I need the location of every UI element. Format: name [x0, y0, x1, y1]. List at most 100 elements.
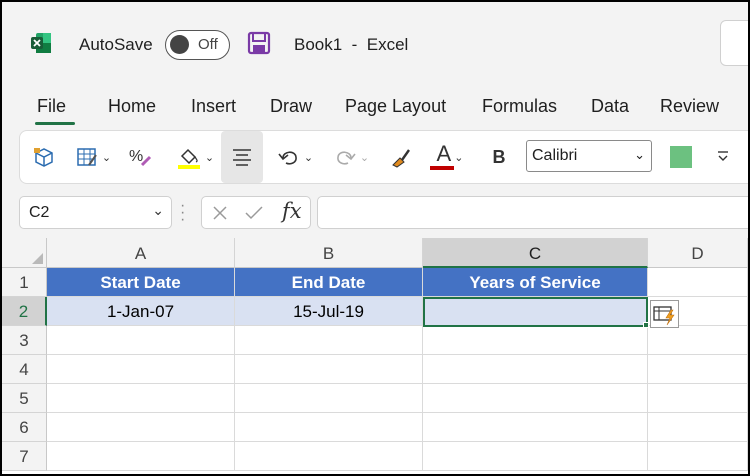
fill-handle[interactable]: [643, 322, 649, 328]
cell-c5[interactable]: [423, 384, 648, 413]
cell-c7[interactable]: [423, 442, 648, 471]
row-header-2[interactable]: 2: [2, 297, 47, 326]
font-color-letter: A: [436, 141, 452, 166]
quick-analysis-button[interactable]: [650, 300, 679, 328]
insert-function-icon[interactable]: fx: [282, 199, 302, 223]
cell-d5[interactable]: [648, 384, 748, 413]
cell-b4[interactable]: [235, 355, 423, 384]
font-color-button[interactable]: A ⌄: [426, 131, 474, 183]
svg-text:%: %: [129, 148, 143, 165]
cell-b3[interactable]: [235, 326, 423, 355]
cell-b5[interactable]: [235, 384, 423, 413]
formula-bar: C2 ⌄ · · · fx: [2, 190, 748, 236]
cell-a1[interactable]: Start Date: [47, 268, 235, 297]
fill-color-button[interactable]: ⌄: [170, 131, 220, 183]
chevron-down-icon: ⌄: [204, 151, 215, 164]
drag-handle-icon[interactable]: · · ·: [180, 198, 185, 228]
cell-d6[interactable]: [648, 413, 748, 442]
row-header-5[interactable]: 5: [2, 384, 47, 413]
cell-d7[interactable]: [648, 442, 748, 471]
cancel-icon[interactable]: [212, 205, 228, 221]
undo-icon: [278, 151, 297, 165]
row-header-7[interactable]: 7: [2, 442, 47, 471]
autosave-toggle[interactable]: Off: [165, 30, 230, 60]
select-all-button[interactable]: [2, 238, 47, 268]
tab-file[interactable]: File: [37, 96, 66, 117]
formula-buttons: fx: [201, 196, 311, 229]
enter-check-icon[interactable]: [244, 205, 264, 221]
chevron-down-icon: ⌄: [359, 151, 370, 164]
lightning-table-icon: [653, 306, 675, 326]
tab-data[interactable]: Data: [591, 96, 629, 117]
excel-logo-icon: [31, 33, 51, 53]
tab-review[interactable]: Review: [660, 96, 719, 117]
title-bar: AutoSave Off Book1 - Excel: [2, 2, 748, 84]
row-header-3[interactable]: 3: [2, 326, 47, 355]
column-header-b[interactable]: B: [235, 238, 423, 268]
cell-a4[interactable]: [47, 355, 235, 384]
cell-b6[interactable]: [235, 413, 423, 442]
tab-page-layout[interactable]: Page Layout: [345, 96, 446, 117]
cell-b7[interactable]: [235, 442, 423, 471]
cell-a7[interactable]: [47, 442, 235, 471]
chevron-down-icon: ⌄: [101, 151, 112, 164]
ribbon-toolbar: ⌄ % ⌄ ⌄ ⌄ A ⌄ B Calibri ⌄: [19, 130, 748, 184]
row-header-4[interactable]: 4: [2, 355, 47, 384]
window-title: Book1 - Excel: [294, 35, 409, 54]
cell-styles-button[interactable]: [30, 131, 58, 183]
chevron-down-icon: ⌄: [454, 151, 464, 164]
cell-a2[interactable]: 1-Jan-07: [47, 297, 235, 326]
cell-c1[interactable]: Years of Service: [423, 268, 648, 297]
worksheet-grid: A B C D 1 2 3 4 5 6 7 Start Date End Dat…: [2, 238, 748, 474]
undo-button[interactable]: ⌄: [274, 131, 316, 183]
percent-style-button[interactable]: %: [126, 131, 156, 183]
excel-window: AutoSave Off Book1 - Excel File Home Ins…: [2, 2, 748, 474]
paint-bucket-icon: [177, 148, 200, 169]
column-header-c[interactable]: C: [423, 238, 648, 268]
row-header-1[interactable]: 1: [2, 268, 47, 297]
cell-c4[interactable]: [423, 355, 648, 384]
bold-button[interactable]: B: [486, 131, 512, 183]
font-name-value: Calibri: [532, 147, 578, 164]
format-painter-button[interactable]: [386, 131, 416, 183]
cell-b1[interactable]: End Date: [235, 268, 423, 297]
tab-home[interactable]: Home: [108, 96, 156, 117]
align-lines-icon: [233, 149, 251, 166]
cell-a3[interactable]: [47, 326, 235, 355]
redo-button[interactable]: ⌄: [330, 131, 372, 183]
font-name-select[interactable]: Calibri ⌄: [526, 140, 652, 172]
ribbon-tabs: File Home Insert Draw Page Layout Formul…: [2, 84, 748, 126]
ribbon-overflow-button[interactable]: [710, 131, 736, 183]
save-icon[interactable]: [247, 31, 271, 55]
cell-a5[interactable]: [47, 384, 235, 413]
active-tab-indicator: [35, 122, 75, 125]
autosave-label: AutoSave: [79, 35, 153, 54]
active-cell-border: [423, 297, 648, 327]
color-swatch[interactable]: [670, 146, 692, 168]
name-box-value: C2: [29, 204, 50, 221]
paintbrush-icon: [392, 149, 410, 168]
column-header-a[interactable]: A: [47, 238, 235, 268]
cell-d3[interactable]: [648, 326, 748, 355]
search-box[interactable]: [720, 20, 748, 66]
cell-c3[interactable]: [423, 326, 648, 355]
font-color-bar: [430, 166, 454, 170]
formula-input[interactable]: [317, 196, 748, 229]
cell-d4[interactable]: [648, 355, 748, 384]
align-center-button[interactable]: [221, 131, 263, 183]
chevron-down-icon: ⌄: [152, 202, 164, 218]
redo-icon: [337, 151, 356, 165]
column-header-d[interactable]: D: [648, 238, 748, 268]
cell-b2[interactable]: 15-Jul-19: [235, 297, 423, 326]
cell-c6[interactable]: [423, 413, 648, 442]
format-as-table-button[interactable]: ⌄: [68, 131, 118, 183]
tab-insert[interactable]: Insert: [191, 96, 236, 117]
tab-formulas[interactable]: Formulas: [482, 96, 557, 117]
toggle-knob: [170, 35, 189, 54]
name-box[interactable]: C2 ⌄: [19, 196, 172, 229]
row-header-6[interactable]: 6: [2, 413, 47, 442]
cube-icon: [34, 148, 53, 167]
cell-d1[interactable]: [648, 268, 748, 297]
tab-draw[interactable]: Draw: [270, 96, 312, 117]
cell-a6[interactable]: [47, 413, 235, 442]
